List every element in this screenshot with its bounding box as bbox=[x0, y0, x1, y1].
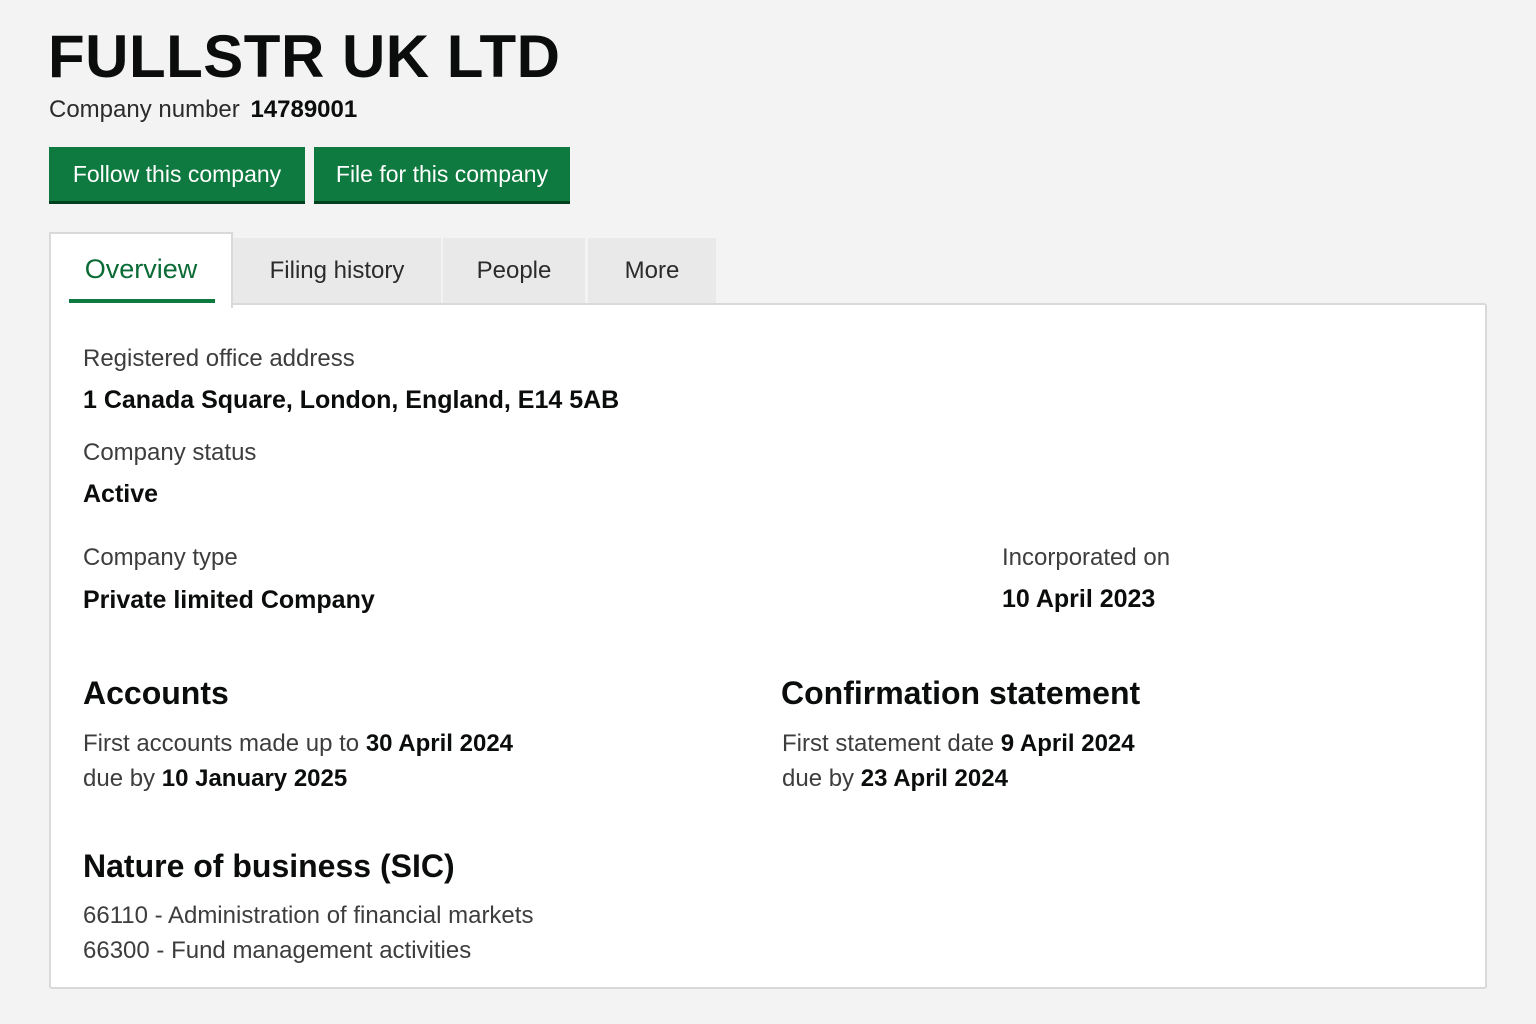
accounts-due: due by 10 January 2025 bbox=[83, 764, 347, 794]
confirmation-heading: Confirmation statement bbox=[781, 675, 1141, 711]
confirmation-first-statement: First statement date 9 April 2024 bbox=[782, 729, 1135, 759]
registered-office-value: 1 Canada Square, London, England, E14 5A… bbox=[83, 386, 620, 414]
tab-overview-label: Overview bbox=[84, 254, 198, 284]
accounts-due-date: 10 January 2025 bbox=[161, 765, 348, 792]
sic-item: 66110 - Administration of financial mark… bbox=[83, 902, 534, 929]
confirmation-due-date: 23 April 2024 bbox=[860, 765, 1008, 792]
confirmation-due-label: due by bbox=[782, 765, 855, 792]
accounts-due-label: due by bbox=[83, 765, 156, 792]
incorporated-label: Incorporated on bbox=[1002, 544, 1171, 571]
company-type-label: Company type bbox=[83, 544, 238, 571]
accounts-first-made-up-date: 30 April 2024 bbox=[365, 730, 514, 757]
company-number-value: 14789001 bbox=[250, 96, 358, 123]
company-number-row: Company number 14789001 bbox=[49, 96, 357, 124]
tab-people[interactable]: People bbox=[443, 238, 585, 304]
accounts-heading: Accounts bbox=[83, 675, 229, 711]
tab-more[interactable]: More bbox=[588, 238, 716, 304]
company-number-label: Company number bbox=[49, 96, 240, 123]
incorporated-value: 10 April 2023 bbox=[1002, 585, 1156, 613]
file-for-company-button[interactable]: File for this company bbox=[314, 147, 570, 201]
company-type-value: Private limited Company bbox=[83, 586, 375, 614]
confirmation-first-statement-date: 9 April 2024 bbox=[1000, 730, 1135, 757]
tab-filing-history[interactable]: Filing history bbox=[233, 238, 441, 304]
company-status-label: Company status bbox=[83, 439, 257, 466]
accounts-first-made-up: First accounts made up to 30 April 2024 bbox=[83, 729, 513, 759]
company-name: FULLSTR UK LTD bbox=[48, 23, 561, 90]
accounts-first-made-up-label: First accounts made up to bbox=[83, 730, 360, 757]
active-tab-underline bbox=[69, 299, 215, 303]
sic-heading: Nature of business (SIC) bbox=[83, 848, 455, 884]
confirmation-due: due by 23 April 2024 bbox=[782, 764, 1008, 794]
company-status-value: Active bbox=[83, 480, 159, 508]
tab-overview[interactable]: Overview bbox=[49, 232, 233, 308]
sic-item: 66300 - Fund management activities bbox=[83, 937, 472, 964]
follow-company-button[interactable]: Follow this company bbox=[49, 147, 305, 201]
registered-office-label: Registered office address bbox=[83, 345, 355, 372]
confirmation-first-statement-label: First statement date bbox=[782, 730, 995, 757]
